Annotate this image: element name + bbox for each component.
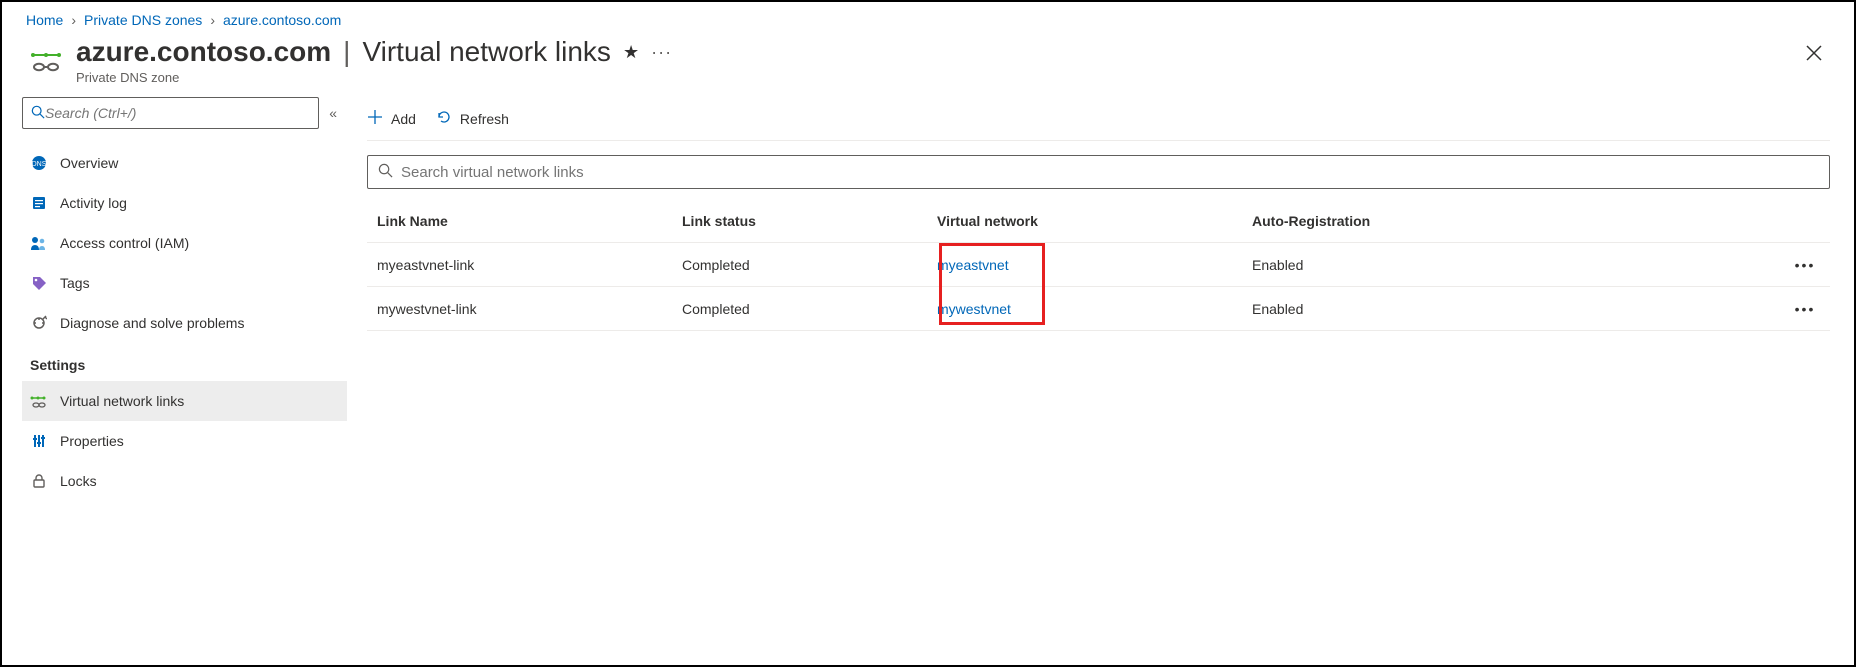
table-header: Link Name Link status Virtual network Au… [367,199,1830,243]
col-header-name[interactable]: Link Name [367,213,682,229]
sidebar-item-vnet-links[interactable]: Virtual network links [22,381,347,421]
sidebar-item-access-control[interactable]: Access control (IAM) [22,223,347,263]
main-search[interactable] [367,155,1830,189]
properties-icon [30,432,48,450]
sidebar-item-label: Activity log [60,195,127,211]
plus-icon [367,109,383,128]
page-header: azure.contoso.com | Virtual network link… [2,34,1854,97]
refresh-label: Refresh [460,111,509,127]
page-subtitle: Virtual network links [362,36,610,68]
sidebar-item-properties[interactable]: Properties [22,421,347,461]
cell-auto-registration: Enabled [1252,257,1780,273]
close-button[interactable] [1798,36,1830,75]
col-header-auto[interactable]: Auto-Registration [1252,213,1780,229]
svg-text:DNS: DNS [32,161,47,168]
table-row[interactable]: mywestvnet-link Completed mywestvnet Ena… [367,287,1830,331]
activity-log-icon [30,194,48,212]
sidebar-item-tags[interactable]: Tags [22,263,347,303]
access-control-icon [30,234,48,252]
collapse-sidebar-icon[interactable]: « [329,105,337,121]
sidebar-item-label: Locks [60,473,97,489]
sidebar-section-settings: Settings [22,343,347,381]
col-header-status[interactable]: Link status [682,213,937,229]
title-separator: | [343,36,350,68]
sidebar: « DNS Overview Activity log Access contr… [2,97,347,656]
sidebar-item-label: Virtual network links [60,393,184,409]
sidebar-item-label: Properties [60,433,124,449]
cell-link-status: Completed [682,257,937,273]
toolbar: Add Refresh [367,97,1830,141]
cell-link-status: Completed [682,301,937,317]
chevron-right-icon: › [71,12,76,28]
dns-zone-icon [26,40,66,80]
vnet-links-table: Link Name Link status Virtual network Au… [367,199,1830,331]
refresh-button[interactable]: Refresh [436,109,509,128]
row-menu-icon[interactable]: ••• [1780,301,1830,317]
sidebar-item-diagnose[interactable]: Diagnose and solve problems [22,303,347,343]
sidebar-item-locks[interactable]: Locks [22,461,347,501]
main-search-input[interactable] [401,164,1819,181]
sidebar-item-label: Overview [60,155,118,171]
add-label: Add [391,111,416,127]
cell-vnet-link[interactable]: myeastvnet [937,257,1009,273]
tags-icon [30,274,48,292]
main-content: Add Refresh Link Name Link status Virtua… [347,97,1854,656]
diagnose-icon [30,314,48,332]
sidebar-item-label: Access control (IAM) [60,235,189,251]
add-button[interactable]: Add [367,109,416,128]
breadcrumb-zone[interactable]: azure.contoso.com [223,12,341,28]
cell-auto-registration: Enabled [1252,301,1780,317]
page-title: azure.contoso.com [76,36,331,68]
overview-icon: DNS [30,154,48,172]
sidebar-item-label: Tags [60,275,90,291]
cell-link-name: myeastvnet-link [367,257,682,273]
vnet-links-icon [30,392,48,410]
refresh-icon [436,109,452,128]
chevron-right-icon: › [210,12,215,28]
row-menu-icon[interactable]: ••• [1780,257,1830,273]
resource-type-label: Private DNS zone [76,70,1798,85]
sidebar-item-activity-log[interactable]: Activity log [22,183,347,223]
col-header-vnet[interactable]: Virtual network [937,213,1252,229]
breadcrumb-private-dns-zones[interactable]: Private DNS zones [84,12,202,28]
sidebar-search-input[interactable] [45,105,310,121]
locks-icon [30,472,48,490]
breadcrumb: Home › Private DNS zones › azure.contoso… [2,2,1854,34]
sidebar-search[interactable] [22,97,319,129]
cell-link-name: mywestvnet-link [367,301,682,317]
table-row[interactable]: myeastvnet-link Completed myeastvnet Ena… [367,243,1830,287]
more-icon[interactable]: ··· [651,42,672,63]
sidebar-item-overview[interactable]: DNS Overview [22,143,347,183]
favorite-star-icon[interactable]: ★ [623,42,639,63]
sidebar-item-label: Diagnose and solve problems [60,315,244,331]
search-icon [378,163,393,181]
breadcrumb-home[interactable]: Home [26,12,63,28]
cell-vnet-link[interactable]: mywestvnet [937,301,1011,317]
search-icon [31,105,45,122]
